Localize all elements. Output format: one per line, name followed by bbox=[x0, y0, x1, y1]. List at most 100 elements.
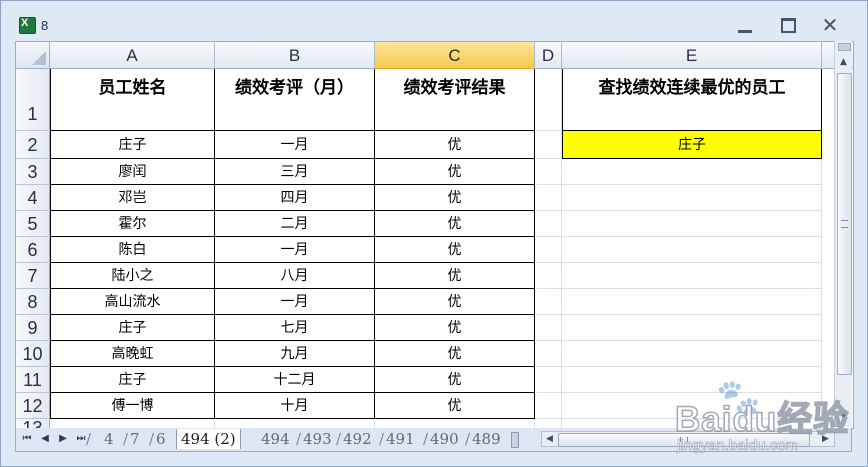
tab-split-handle[interactable] bbox=[511, 432, 519, 448]
cell-name[interactable]: 庄子 bbox=[50, 131, 215, 159]
column-header-b[interactable]: B bbox=[215, 42, 375, 69]
header-cell-name[interactable]: 员工姓名 bbox=[50, 69, 215, 131]
cell-month[interactable]: 三月 bbox=[215, 159, 375, 185]
cell-result[interactable]: 优 bbox=[375, 237, 535, 263]
cell-empty[interactable] bbox=[562, 159, 822, 185]
cell-d1[interactable] bbox=[535, 69, 562, 131]
close-button[interactable]: ✕ bbox=[817, 14, 843, 36]
cell-empty[interactable] bbox=[535, 289, 562, 315]
cell-result[interactable]: 优 bbox=[375, 341, 535, 367]
sheet-tab[interactable]: 494 (2) bbox=[176, 429, 241, 449]
sheet-tab[interactable]: 7 bbox=[126, 429, 144, 449]
cell-result[interactable]: 优 bbox=[375, 393, 535, 419]
cell-name[interactable]: 陈白 bbox=[50, 237, 215, 263]
vertical-scrollbar[interactable]: ▲ ▼ bbox=[834, 41, 852, 427]
cell-empty[interactable] bbox=[535, 159, 562, 185]
cell-name[interactable]: 高山流水 bbox=[50, 289, 215, 315]
row-header-9[interactable]: 9 bbox=[16, 315, 50, 341]
row-header-1[interactable]: 1 bbox=[16, 69, 50, 131]
split-handle-vertical[interactable] bbox=[838, 43, 851, 51]
horizontal-scroll-thumb[interactable] bbox=[558, 433, 810, 447]
column-header-c[interactable]: C bbox=[375, 42, 535, 69]
cell-name[interactable]: 陆小之 bbox=[50, 263, 215, 289]
cell-name[interactable]: 高晚虹 bbox=[50, 341, 215, 367]
prev-sheet-icon[interactable]: ◀ bbox=[38, 432, 52, 446]
header-cell-lookup[interactable]: 查找绩效连续最优的员工 bbox=[562, 69, 822, 131]
cell-name[interactable]: 庄子 bbox=[50, 315, 215, 341]
select-all-corner[interactable] bbox=[16, 42, 50, 69]
row-header-6[interactable]: 6 bbox=[16, 237, 50, 263]
row-header-5[interactable]: 5 bbox=[16, 211, 50, 237]
cell-result[interactable]: 优 bbox=[375, 185, 535, 211]
cell-result[interactable]: 优 bbox=[375, 263, 535, 289]
cell-empty[interactable] bbox=[562, 237, 822, 263]
row-header-2[interactable]: 2 bbox=[16, 131, 50, 159]
sheet-tab[interactable]: 490 bbox=[426, 429, 463, 449]
vertical-scroll-thumb[interactable] bbox=[837, 73, 852, 375]
cell-month[interactable]: 七月 bbox=[215, 315, 375, 341]
sheet-tab[interactable]: 489 bbox=[468, 429, 505, 449]
cell-result[interactable]: 优 bbox=[375, 367, 535, 393]
sheet-tab[interactable]: 493 bbox=[299, 429, 336, 449]
cell-empty[interactable] bbox=[562, 393, 822, 419]
next-sheet-icon[interactable]: ▶ bbox=[56, 432, 70, 446]
cell-month[interactable]: 八月 bbox=[215, 263, 375, 289]
cell-empty[interactable] bbox=[535, 315, 562, 341]
sheet-tab[interactable]: 491 bbox=[382, 429, 419, 449]
cell-month[interactable]: 四月 bbox=[215, 185, 375, 211]
column-header-d[interactable]: D bbox=[535, 42, 562, 69]
cell-empty[interactable] bbox=[535, 131, 562, 159]
cell-month[interactable]: 十月 bbox=[215, 393, 375, 419]
scroll-left-arrow-icon[interactable]: ◀ bbox=[543, 433, 556, 445]
sheet-tab[interactable]: 6 bbox=[152, 429, 170, 449]
scroll-down-arrow-icon[interactable]: ▼ bbox=[837, 409, 850, 423]
cell-empty[interactable] bbox=[562, 341, 822, 367]
cell-result[interactable]: 优 bbox=[375, 289, 535, 315]
row-header-7[interactable]: 7 bbox=[16, 263, 50, 289]
row-header-8[interactable]: 8 bbox=[16, 289, 50, 315]
row-header-4[interactable]: 4 bbox=[16, 185, 50, 211]
scroll-right-arrow-icon[interactable]: ▶ bbox=[819, 433, 832, 445]
horizontal-scrollbar[interactable]: ◀ ▶ bbox=[541, 431, 835, 447]
minimize-button[interactable] bbox=[732, 14, 758, 36]
cell-name[interactable]: 廖闰 bbox=[50, 159, 215, 185]
cell-month[interactable]: 二月 bbox=[215, 211, 375, 237]
cell-empty[interactable] bbox=[562, 185, 822, 211]
row-header-12[interactable]: 12 bbox=[16, 393, 50, 419]
spreadsheet-grid[interactable]: ABCDE 1 2 3 4 5 6 7 8 9 10 11 12 13 员工姓名 绩效考评（月） 绩效考评结… bbox=[15, 41, 854, 429]
cell-empty[interactable] bbox=[535, 185, 562, 211]
cell-empty[interactable] bbox=[562, 367, 822, 393]
column-header-a[interactable]: A bbox=[50, 42, 215, 69]
cell-empty[interactable] bbox=[535, 367, 562, 393]
cell-empty[interactable] bbox=[562, 211, 822, 237]
cell-result[interactable]: 优 bbox=[375, 315, 535, 341]
cell-month[interactable]: 一月 bbox=[215, 289, 375, 315]
cell-month[interactable]: 一月 bbox=[215, 237, 375, 263]
cell-empty[interactable] bbox=[562, 263, 822, 289]
sheet-tab[interactable]: 4 bbox=[100, 429, 118, 449]
cell-result[interactable]: 优 bbox=[375, 211, 535, 237]
cell-name[interactable]: 庄子 bbox=[50, 367, 215, 393]
header-cell-month[interactable]: 绩效考评（月） bbox=[215, 69, 375, 131]
cell-month[interactable]: 一月 bbox=[215, 131, 375, 159]
cell-empty[interactable] bbox=[562, 315, 822, 341]
cell-empty[interactable] bbox=[535, 341, 562, 367]
cell-result[interactable]: 优 bbox=[375, 131, 535, 159]
cell-empty[interactable] bbox=[535, 211, 562, 237]
row-header-3[interactable]: 3 bbox=[16, 159, 50, 185]
excel-app-icon[interactable] bbox=[19, 17, 36, 34]
cell-empty[interactable] bbox=[535, 237, 562, 263]
header-cell-result[interactable]: 绩效考评结果 bbox=[375, 69, 535, 131]
first-sheet-icon[interactable]: ⏮ bbox=[20, 432, 34, 446]
sheet-tab[interactable]: 492 bbox=[339, 429, 376, 449]
cell-empty[interactable] bbox=[535, 393, 562, 419]
row-header-11[interactable]: 11 bbox=[16, 367, 50, 393]
cell-empty[interactable] bbox=[562, 289, 822, 315]
sheet-tab[interactable]: 494 bbox=[257, 429, 294, 449]
restore-button[interactable] bbox=[775, 14, 801, 36]
column-header-e[interactable]: E bbox=[562, 42, 822, 69]
row-header-10[interactable]: 10 bbox=[16, 341, 50, 367]
cell-month[interactable]: 九月 bbox=[215, 341, 375, 367]
cell-empty[interactable] bbox=[535, 263, 562, 289]
cell-result[interactable]: 优 bbox=[375, 159, 535, 185]
